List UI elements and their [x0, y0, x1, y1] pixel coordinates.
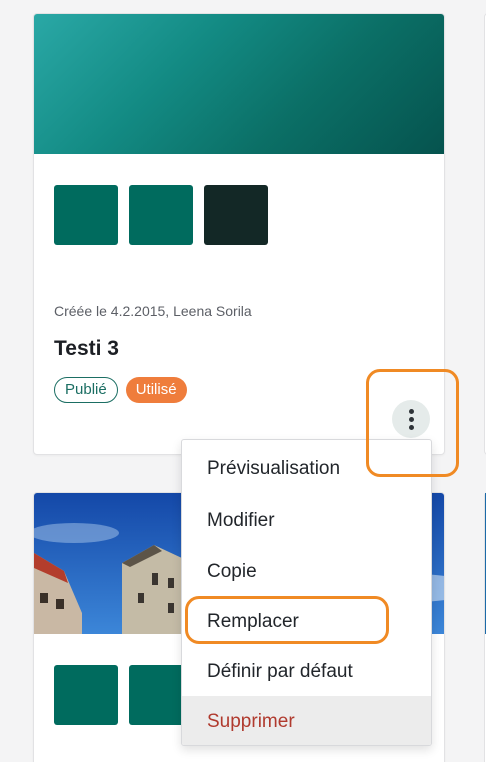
card-actions-menu: Prévisualisation Modifier Copie Remplace…: [181, 439, 432, 746]
vertical-dots-icon: [408, 408, 414, 414]
menu-item-copy[interactable]: Copie: [182, 546, 431, 597]
color-swatch-primary: [54, 185, 118, 245]
color-swatches: [54, 665, 193, 725]
theme-title: Testi 3: [54, 337, 119, 360]
theme-cover-gradient: [34, 14, 444, 154]
menu-item-set-default[interactable]: Définir par défaut: [182, 646, 431, 697]
color-swatch-dark: [204, 185, 268, 245]
theme-card[interactable]: Créée le 4.2.2015, Leena Sorila Testi 3 …: [33, 13, 445, 455]
menu-item-replace[interactable]: Remplacer: [182, 596, 431, 647]
color-swatches: [54, 185, 268, 245]
created-meta: Créée le 4.2.2015, Leena Sorila: [54, 303, 252, 319]
menu-item-preview[interactable]: Prévisualisation: [182, 443, 431, 494]
more-options-button[interactable]: [392, 400, 430, 438]
theme-list-page: Créée le 4.2.2015, Leena Sorila Testi 3 …: [0, 0, 486, 762]
status-badges: Publié Utilisé: [54, 377, 187, 403]
published-badge: Publié: [54, 377, 118, 403]
used-badge: Utilisé: [125, 377, 187, 403]
menu-item-edit[interactable]: Modifier: [182, 495, 431, 546]
color-swatch-secondary: [129, 185, 193, 245]
color-swatch-primary: [54, 665, 118, 725]
menu-item-delete[interactable]: Supprimer: [182, 696, 431, 745]
